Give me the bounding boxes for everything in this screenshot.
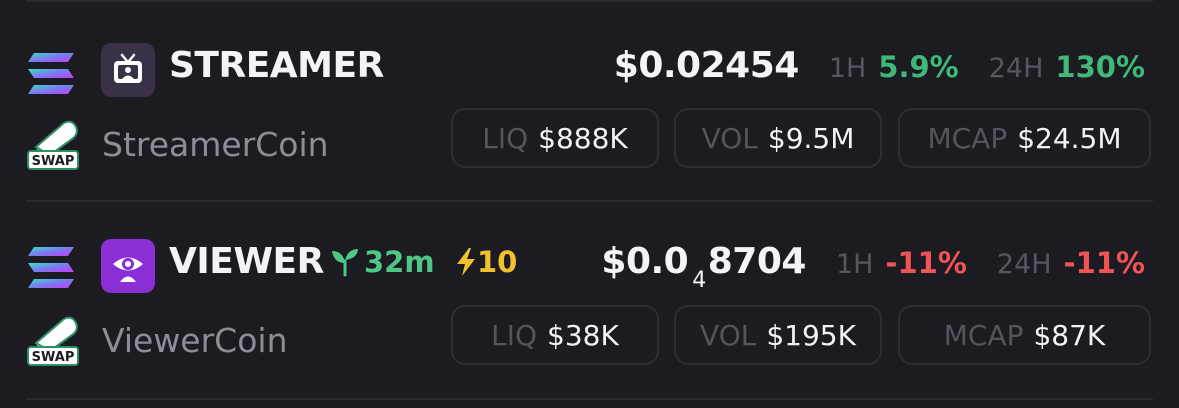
price-digits: 8704 [707, 241, 807, 282]
token-price: $0.02454 [613, 45, 800, 86]
row-divider [26, 200, 1153, 202]
market-cap-pill: MCAP $24.5M [898, 108, 1151, 168]
liquidity-label: LIQ [491, 318, 538, 352]
lightning-icon [457, 248, 475, 276]
tv-icon [114, 53, 142, 83]
market-cap-label: MCAP [943, 318, 1024, 352]
token-row-viewer[interactable]: VIEWER 32m 10 $0.0 48704 1H -11% 24H -11%… [0, 225, 1179, 400]
token-name: ViewerCoin [102, 321, 288, 360]
volume-pill: VOL $195K [674, 305, 882, 365]
boost-badge: 10 [455, 245, 517, 279]
swap-dex-icon: SWAP [27, 316, 79, 366]
price-stats: $0.0 48704 1H -11% 24H -11% [601, 241, 1145, 293]
price-zero-count: 4 [692, 268, 706, 293]
liquidity-label: LIQ [482, 121, 529, 155]
volume-value: $9.5M [767, 121, 855, 155]
market-cap-pill: MCAP $87K [898, 305, 1151, 365]
volume-label: VOL [700, 318, 757, 352]
volume-label: VOL [701, 121, 758, 155]
bottom-divider [26, 398, 1153, 400]
volume-value: $195K [766, 318, 856, 352]
streamer-token-icon [101, 43, 155, 97]
liquidity-pill: LIQ $888K [451, 108, 659, 168]
market-cap-label: MCAP [927, 121, 1008, 155]
timeframe-1h-label: 1H [828, 53, 867, 84]
svg-text:SWAP: SWAP [32, 350, 75, 365]
token-price: $0.0 48704 [601, 241, 807, 293]
swap-dex-icon: SWAP [27, 120, 79, 170]
age-value: 32m [364, 245, 435, 279]
change-1h: -11% [885, 246, 967, 280]
svg-text:SWAP: SWAP [32, 154, 75, 169]
market-cap-value: $87K [1033, 318, 1106, 352]
timeframe-24h-label: 24H [996, 249, 1052, 280]
viewer-token-icon [101, 239, 155, 293]
price-prefix: $0.0 [601, 241, 689, 282]
top-divider [26, 0, 1153, 2]
token-symbol: STREAMER [169, 45, 384, 86]
market-cap-value: $24.5M [1017, 121, 1122, 155]
change-24h: -11% [1063, 246, 1145, 280]
change-1h: 5.9% [878, 50, 959, 84]
change-24h: 130% [1055, 50, 1145, 84]
timeframe-1h-label: 1H [835, 249, 874, 280]
eye-icon [113, 257, 143, 282]
liquidity-pill: LIQ $38K [451, 305, 659, 365]
solana-chain-icon [28, 247, 74, 288]
sprout-icon [332, 249, 358, 277]
liquidity-value: $38K [547, 318, 619, 352]
token-name: StreamerCoin [102, 125, 329, 164]
boost-value: 10 [477, 245, 518, 279]
token-row-streamer[interactable]: STREAMER $0.02454 1H 5.9% 24H 130% SWAP … [0, 27, 1179, 202]
age-badge: 32m [330, 245, 435, 279]
solana-chain-icon [28, 53, 74, 94]
price-stats: $0.02454 1H 5.9% 24H 130% [614, 45, 1145, 86]
volume-pill: VOL $9.5M [674, 108, 882, 168]
liquidity-value: $888K [538, 121, 628, 155]
timeframe-24h-label: 24H [988, 53, 1044, 84]
token-symbol: VIEWER [169, 241, 324, 282]
